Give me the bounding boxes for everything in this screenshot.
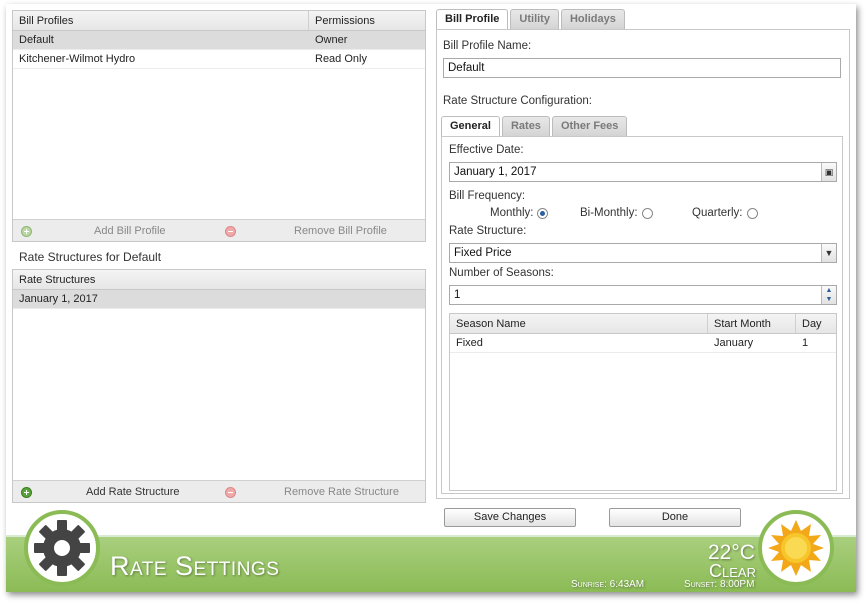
table-row[interactable]: January 1, 2017 <box>13 290 425 309</box>
rate-structures-grid: Rate Structures January 1, 2017 Add Rate… <box>12 269 426 503</box>
radio-quarterly-label: Quarterly: <box>692 207 743 219</box>
add-bill-profile-button[interactable]: Add Bill Profile <box>21 220 166 242</box>
radio-quarterly[interactable]: Quarterly: <box>692 207 758 219</box>
column-bill-profiles[interactable]: Bill Profiles <box>13 11 309 30</box>
radio-unchecked-icon[interactable] <box>641 207 653 219</box>
save-changes-button[interactable]: Save Changes <box>444 508 576 527</box>
effective-date-value: January 1, 2017 <box>454 166 537 178</box>
column-start-month[interactable]: Start Month <box>708 314 796 333</box>
profile-permission: Read Only <box>315 53 367 65</box>
bill-profile-name-input[interactable]: Default <box>443 58 841 78</box>
tab-bill-profile[interactable]: Bill Profile <box>436 9 509 30</box>
season-day: 1 <box>802 337 809 349</box>
calendar-icon[interactable]: ▣ <box>821 163 836 181</box>
add-bill-profile-label: Add Bill Profile <box>94 225 166 237</box>
table-row[interactable]: Kitchener-Wilmot Hydro Read Only <box>13 50 425 69</box>
column-day[interactable]: Day <box>796 314 836 333</box>
add-rate-structure-label: Add Rate Structure <box>86 486 180 498</box>
sun-icon <box>768 520 824 576</box>
remove-bill-profile-label: Remove Bill Profile <box>294 225 387 237</box>
bill-profiles-grid: Bill Profiles Permissions Default Owner … <box>12 10 426 242</box>
seasons-stepper[interactable]: 1 ▲ ▼ <box>449 285 837 305</box>
table-row[interactable]: Fixed January 1 <box>450 334 836 353</box>
add-rate-structure-button[interactable]: Add Rate Structure <box>21 481 180 503</box>
bill-profiles-toolbar: Add Bill Profile Remove Bill Profile <box>13 219 425 241</box>
rate-structures-title: Rate Structures for Default <box>19 250 162 264</box>
season-month: January <box>714 337 754 349</box>
rate-structures-toolbar: Add Rate Structure Remove Rate Structure <box>13 480 425 502</box>
tab-rates[interactable]: Rates <box>501 116 550 136</box>
tab-holidays[interactable]: Holidays <box>560 9 625 29</box>
rate-structure-name: January 1, 2017 <box>19 293 98 305</box>
stepper-arrows-icon[interactable]: ▲ ▼ <box>821 286 836 304</box>
rate-settings-window: Bill Profiles Permissions Default Owner … <box>6 4 856 592</box>
tab-other-fees[interactable]: Other Fees <box>551 116 628 136</box>
rate-structure-select[interactable]: Fixed Price ▼ <box>449 243 837 263</box>
seasons-value: 1 <box>454 289 461 301</box>
rate-config-tabs: General Rates Other Fees <box>441 116 629 137</box>
column-permissions[interactable]: Permissions <box>309 11 425 30</box>
main-tabs: Bill Profile Utility Holidays <box>436 9 627 30</box>
sunset-time: Sunset: 8:00PM <box>684 579 755 590</box>
rate-structures-header: Rate Structures <box>13 270 425 290</box>
radio-unchecked-icon[interactable] <box>746 207 758 219</box>
seasons-label: Number of Seasons: <box>449 267 554 279</box>
chevron-down-icon[interactable]: ▼ <box>821 244 836 262</box>
table-row[interactable]: Default Owner <box>13 31 425 50</box>
remove-icon <box>225 225 236 237</box>
page-title: Rate Settings <box>110 551 280 581</box>
effective-date-input[interactable]: January 1, 2017 ▣ <box>449 162 837 182</box>
rate-config-label: Rate Structure Configuration: <box>443 95 592 107</box>
gear-icon <box>34 520 90 576</box>
add-icon <box>21 486 32 498</box>
profile-name: Default <box>19 34 54 46</box>
add-icon <box>21 225 32 237</box>
bill-profiles-header: Bill Profiles Permissions <box>13 11 425 31</box>
remove-icon <box>225 486 236 498</box>
radio-monthly-label: Monthly: <box>490 207 534 219</box>
rate-structure-value: Fixed Price <box>454 247 512 259</box>
rate-structure-label: Rate Structure: <box>449 225 527 237</box>
sunrise-time: Sunrise: 6:43AM <box>571 579 645 590</box>
remove-rate-structure-label: Remove Rate Structure <box>284 486 399 498</box>
season-table-header: Season Name Start Month Day <box>450 314 836 334</box>
radio-bi-monthly[interactable]: Bi-Monthly: <box>580 207 653 219</box>
general-panel: Effective Date: January 1, 2017 ▣ Bill F… <box>441 136 843 494</box>
footer-banner: Rate Settings 22°C Clear Sunrise: 6:43AM… <box>6 535 856 592</box>
season-name: Fixed <box>456 337 483 349</box>
season-table: Season Name Start Month Day Fixed Januar… <box>449 313 837 491</box>
remove-bill-profile-button[interactable]: Remove Bill Profile <box>225 220 387 242</box>
tab-utility[interactable]: Utility <box>510 9 559 29</box>
bill-profile-name-label: Bill Profile Name: <box>443 40 532 52</box>
settings-logo <box>24 510 100 586</box>
radio-bi-monthly-label: Bi-Monthly: <box>580 207 638 219</box>
radio-monthly[interactable]: Monthly: <box>490 207 549 219</box>
effective-date-label: Effective Date: <box>449 144 524 156</box>
column-rate-structures[interactable]: Rate Structures <box>13 270 425 289</box>
profile-name: Kitchener-Wilmot Hydro <box>19 53 136 65</box>
column-season-name[interactable]: Season Name <box>450 314 708 333</box>
radio-checked-icon[interactable] <box>537 207 549 219</box>
remove-rate-structure-button[interactable]: Remove Rate Structure <box>225 481 399 503</box>
weather-logo <box>758 510 834 586</box>
bill-frequency-label: Bill Frequency: <box>449 190 526 202</box>
done-button[interactable]: Done <box>609 508 741 527</box>
tab-general[interactable]: General <box>441 116 500 137</box>
bill-profile-panel: Bill Profile Name: Default Rate Structur… <box>436 29 850 499</box>
profile-permission: Owner <box>315 34 348 46</box>
